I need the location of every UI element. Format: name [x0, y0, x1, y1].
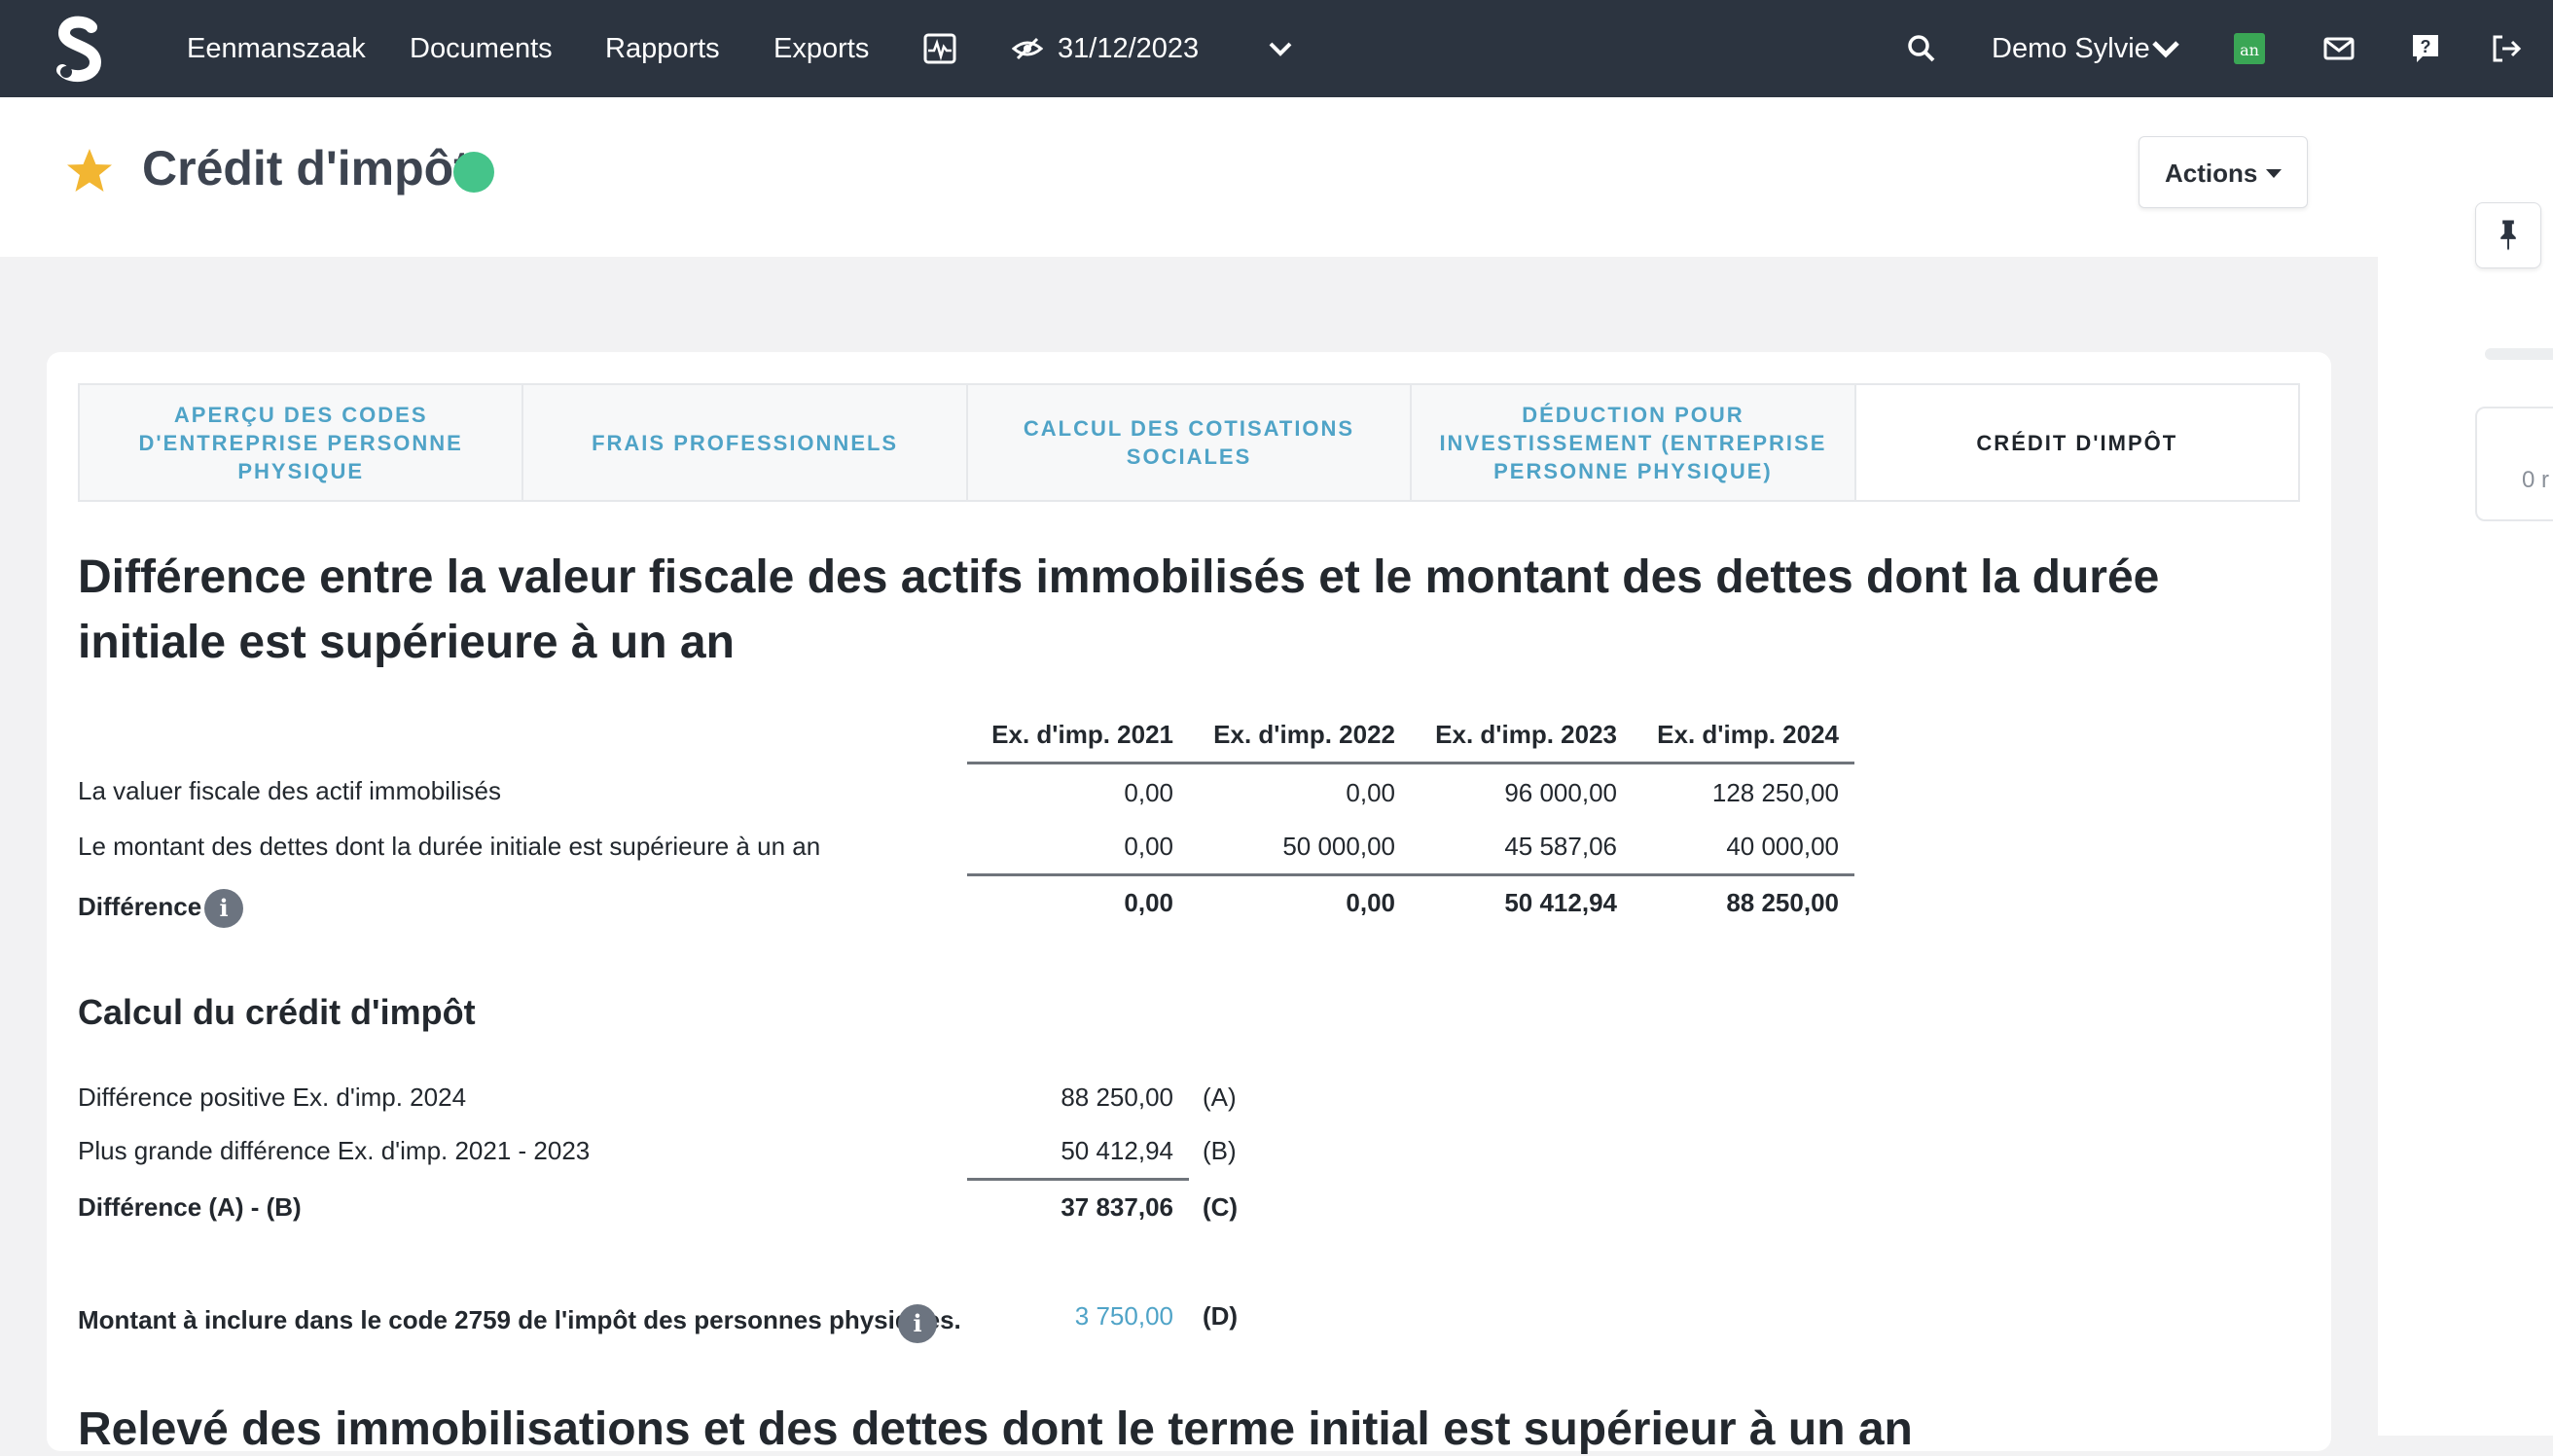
- row-label-positive-difference: Différence positive Ex. d'imp. 2024: [78, 1083, 467, 1112]
- nav-documents[interactable]: Documents: [410, 0, 553, 97]
- calc-tag-c: (C): [1203, 1192, 1239, 1222]
- info-icon[interactable]: i: [204, 889, 243, 928]
- pin-icon: [2500, 220, 2516, 251]
- content-card: [47, 352, 2331, 1451]
- activity-monitor-icon[interactable]: [922, 31, 957, 66]
- calc-rule: [967, 1178, 1189, 1181]
- calc-tag-a: (A): [1203, 1083, 1237, 1112]
- calc-value-c: 37 837,06: [1061, 1192, 1173, 1222]
- annual-report-icon[interactable]: an: [2234, 33, 2265, 64]
- pin-button[interactable]: [2475, 202, 2541, 268]
- row-label-difference: Différence: [78, 892, 202, 921]
- cell-value: 0,00: [1124, 832, 1173, 861]
- envelope-icon[interactable]: [2323, 31, 2355, 66]
- column-header-2022: Ex. d'imp. 2022: [1213, 720, 1395, 749]
- user-menu[interactable]: Demo Sylvie: [1992, 0, 2150, 97]
- tab-social-contributions[interactable]: CALCUL DES COTISATIONS SOCIALES: [968, 385, 1413, 500]
- logout-icon[interactable]: [2491, 31, 2522, 66]
- cell-value: 0,00: [1124, 888, 1173, 917]
- row-label-largest-difference: Plus grande différence Ex. d'imp. 2021 -…: [78, 1136, 591, 1165]
- cell-value: 50 000,00: [1282, 832, 1395, 861]
- column-header-2024: Ex. d'imp. 2024: [1657, 720, 1839, 749]
- right-sidebar: [2378, 97, 2553, 1436]
- nav-eenmanszaak[interactable]: Eenmanszaak: [187, 0, 366, 97]
- user-chevron-down-icon[interactable]: [2148, 31, 2183, 66]
- tab-tax-credit[interactable]: CRÉDIT D'IMPÔT: [1855, 385, 2299, 500]
- search-icon[interactable]: [1904, 31, 1939, 66]
- cell-value: 0,00: [1346, 778, 1395, 807]
- calc-value-b: 50 412,94: [1061, 1136, 1173, 1165]
- calc-value-d-link[interactable]: 3 750,00: [979, 1301, 1173, 1332]
- section-heading-statement: Relevé des immobilisations et des dettes…: [78, 1403, 1913, 1455]
- cell-value: 0,00: [1124, 778, 1173, 807]
- tab-company-codes-overview[interactable]: APERÇU DES CODES D'ENTREPRISE PERSONNE P…: [80, 385, 524, 500]
- header-rule: [967, 762, 1854, 764]
- tab-investment-deduction[interactable]: DÉDUCTION POUR INVESTISSEMENT (ENTREPRIS…: [1412, 385, 1856, 500]
- caret-down-icon: [2266, 169, 2282, 178]
- tab-professional-expenses[interactable]: FRAIS PROFESSIONNELS: [523, 385, 968, 500]
- rail-card[interactable]: [2475, 407, 2553, 521]
- nav-exports[interactable]: Exports: [773, 0, 869, 97]
- help-icon[interactable]: ?: [2411, 31, 2440, 66]
- column-header-2021: Ex. d'imp. 2021: [991, 720, 1173, 749]
- calc-value-a: 88 250,00: [1061, 1083, 1173, 1112]
- rail-divider: [2485, 348, 2553, 360]
- total-rule: [967, 873, 1854, 876]
- info-icon[interactable]: i: [898, 1304, 937, 1343]
- s-logo-icon[interactable]: [53, 14, 107, 84]
- page-title: Crédit d'impôt: [142, 141, 470, 195]
- tab-bar: APERÇU DES CODES D'ENTREPRISE PERSONNE P…: [78, 383, 2300, 502]
- top-navbar: Eenmanszaak Documents Rapports Exports 3…: [0, 0, 2553, 97]
- cell-value: 45 587,06: [1504, 832, 1617, 861]
- row-label-code-2759: Montant à inclure dans le code 2759 de l…: [78, 1305, 961, 1334]
- cell-value: 88 250,00: [1726, 888, 1839, 917]
- calc-tag-b: (B): [1203, 1136, 1237, 1165]
- star-favorite-icon[interactable]: [64, 146, 115, 196]
- section-heading-difference: Différence entre la valeur fiscale des a…: [78, 551, 2160, 668]
- actions-dropdown-button[interactable]: Actions: [2139, 136, 2308, 208]
- row-label-long-term-debts: Le montant des dettes dont la durée init…: [78, 832, 821, 861]
- cell-value: 40 000,00: [1726, 832, 1839, 861]
- fiscal-date[interactable]: 31/12/2023: [1058, 0, 1199, 97]
- cell-value: 128 250,00: [1711, 778, 1839, 807]
- status-indicator: [453, 152, 494, 193]
- svg-text:?: ?: [2421, 37, 2431, 56]
- cell-value: 50 412,94: [1504, 888, 1617, 917]
- row-label-asset-value: La valuer fiscale des actif immobilisés: [78, 776, 501, 805]
- column-header-2023: Ex. d'imp. 2023: [1435, 720, 1617, 749]
- rail-card-text: 0 r: [2522, 467, 2550, 493]
- nav-rapports[interactable]: Rapports: [605, 0, 720, 97]
- actions-label: Actions: [2165, 159, 2258, 188]
- cell-value: 96 000,00: [1504, 778, 1617, 807]
- eye-slash-icon[interactable]: [1011, 31, 1044, 66]
- cell-value: 0,00: [1346, 888, 1395, 917]
- chevron-down-icon[interactable]: [1263, 31, 1298, 66]
- section-heading-tax-credit: Calcul du crédit d'impôt: [78, 992, 476, 1032]
- calc-tag-d: (D): [1203, 1301, 1239, 1331]
- row-label-difference-a-b: Différence (A) - (B): [78, 1192, 302, 1222]
